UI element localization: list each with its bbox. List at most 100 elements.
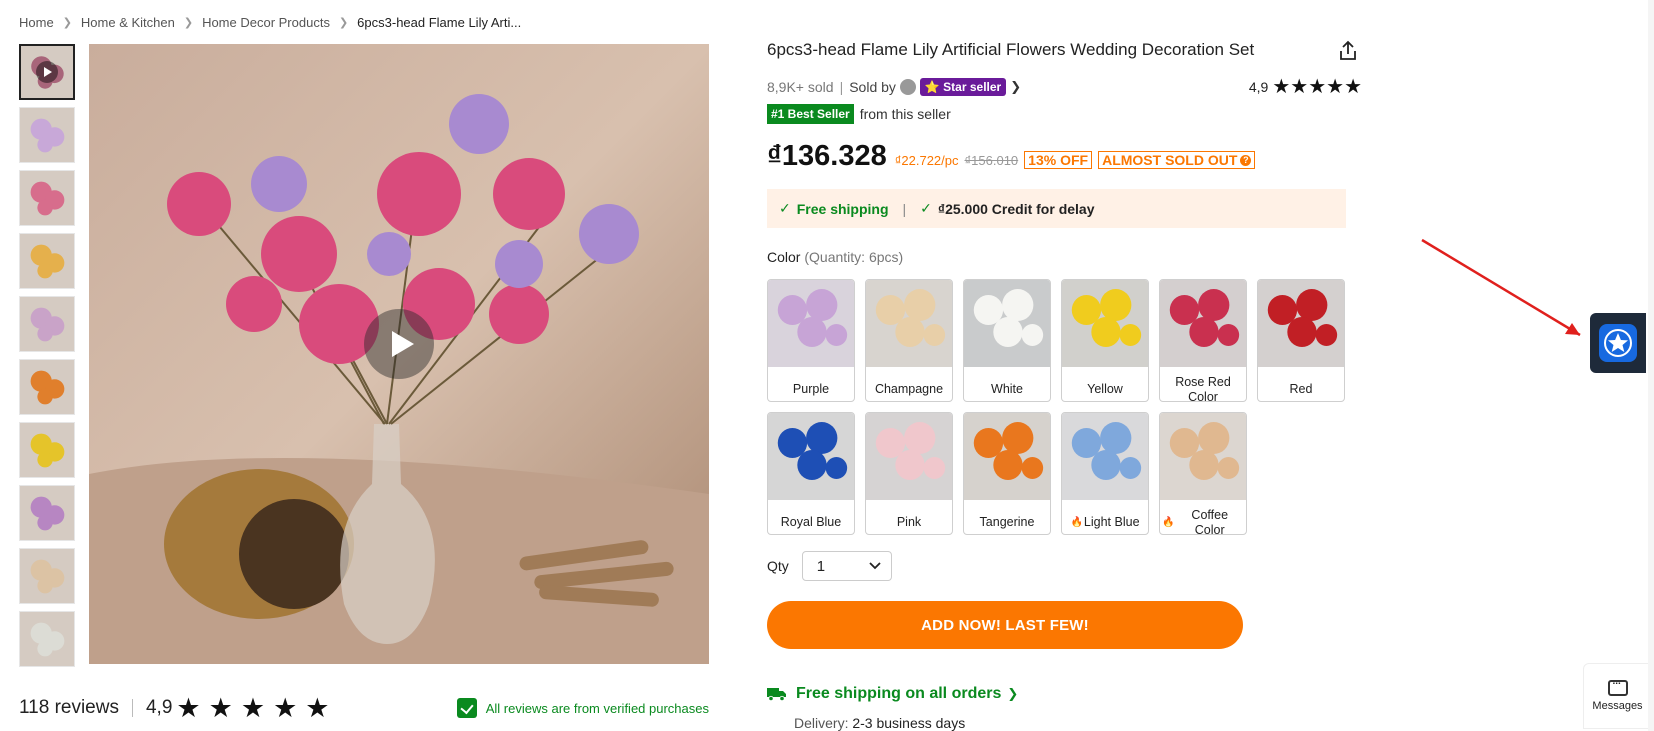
star-logo-icon [1599,324,1637,362]
breadcrumb-home[interactable]: Home [19,15,54,30]
almost-sold-out-text: ALMOST SOLD OUT [1102,152,1238,168]
star-icon: ★ [305,692,330,723]
chevron-right-icon[interactable]: ❯ [1010,79,1021,95]
color-option-label: Red [1258,372,1344,401]
color-option-image [1062,413,1148,500]
thumbnail-lavender[interactable] [19,296,75,352]
color-option-light-blue[interactable]: 🔥 Light Blue [1061,412,1149,535]
color-option-coffee-color[interactable]: 🔥 Coffee Color [1159,412,1247,535]
color-option-label: Yellow [1062,372,1148,401]
thumbnail-purple[interactable] [19,107,75,163]
thumbnail-orange[interactable] [19,359,75,415]
color-option-label: 🔥 Coffee Color [1160,505,1246,535]
color-option-text: Tangerine [979,515,1035,529]
chevron-down-icon [869,562,881,570]
color-option-champagne[interactable]: Champagne [865,279,953,402]
reviews-rating: 4,9 [145,697,173,718]
rating-stars: ★★★★★ [1272,76,1362,98]
quantity-select[interactable]: 1 [801,551,892,581]
current-price: ₫136.328 [767,140,887,172]
color-option-image [964,413,1050,500]
thumbnail-image [20,549,74,603]
sold-by-label: Sold by [849,78,896,95]
delay-credit-text: ₫25.000 Credit for delay [937,200,1095,217]
color-option-label: 🔥 Light Blue [1062,505,1148,534]
chevron-right-icon: ❯ [338,17,349,29]
check-icon: ✓ [920,200,932,216]
add-to-cart-button[interactable]: ADD NOW! LAST FEW! [767,601,1243,649]
thumbnail-purple2[interactable] [19,485,75,541]
color-option-text: Purple [792,382,830,396]
color-option-purple[interactable]: Purple [767,279,855,402]
original-price: ₫156.010 [964,153,1019,168]
color-option-text: White [991,382,1023,396]
thumbnail-rose[interactable] [19,170,75,226]
color-option-image [1258,280,1344,367]
breadcrumb-home-decor[interactable]: Home Decor Products [202,15,330,30]
thumbnail-image [20,171,74,225]
breadcrumb: Home ❯ Home & Kitchen ❯ Home Decor Produ… [19,15,521,30]
breadcrumb-home-kitchen[interactable]: Home & Kitchen [81,15,175,30]
thumbnail-white[interactable] [19,611,75,667]
color-option-text: Coffee Color [1191,507,1229,535]
share-icon[interactable] [1337,40,1359,62]
color-option-royal-blue[interactable]: Royal Blue [767,412,855,535]
color-option-yellow[interactable]: Yellow [1061,279,1149,402]
best-seller-suffix: from this seller [859,106,951,122]
color-option-image [866,413,952,500]
star-icon: ★ [176,692,201,723]
discount-badge: 13% OFF [1024,151,1093,169]
qty-value: 1 [816,557,826,575]
chevron-right-icon: ❯ [1007,686,1019,701]
reviews-count[interactable]: 118 reviews [19,697,119,719]
quantity-row: Qty 1 [767,551,892,581]
verified-text: All reviews are from verified purchases [485,700,709,716]
color-option-red[interactable]: Red [1257,279,1345,402]
free-shipping-orders-text: Free shipping on all orders [796,685,1002,702]
thumbnail-image [20,108,74,162]
verified-purchases-note: All reviews are from verified purchases [456,698,709,718]
thumbnail-image [20,234,74,288]
delivery-info: Delivery: 2-3 business days [794,715,965,731]
messages-button[interactable]: Messages [1583,663,1652,729]
color-option-rose-red-color[interactable]: Rose Red Color [1159,279,1247,402]
qty-label: Qty [767,558,789,574]
extension-widget[interactable] [1590,313,1646,373]
star-seller-badge[interactable]: ⭐ Star seller [919,77,1007,96]
info-icon[interactable]: ? [1240,154,1252,166]
reviews-summary: 118 reviews 4,9 ★ ★ ★ ★ ★ All reviews ar… [19,693,709,723]
thumbnail-champagne[interactable] [19,548,75,604]
product-rating[interactable]: 4,9 ★★★★★ [1249,74,1362,99]
chat-icon [1607,676,1628,696]
color-option-text: Rose Red Color [1175,374,1231,402]
color-option-label: Pink [866,505,952,534]
seller-avatar[interactable] [899,78,916,95]
thumbnail-yellow[interactable] [19,422,75,478]
price-row: ₫136.328 ₫22.722/pc ₫156.010 13% OFF ALM… [767,140,1256,173]
thumbnail-mixed[interactable] [19,233,75,289]
play-video-icon[interactable] [364,309,434,379]
check-icon: ✓ [779,200,791,216]
color-option-pink[interactable]: Pink [865,412,953,535]
color-option-image [768,280,854,367]
rating-stars: ★ ★ ★ ★ ★ [176,692,330,723]
color-option-white[interactable]: White [963,279,1051,402]
scrollbar[interactable] [1648,0,1654,731]
thumbnail-image [20,297,74,351]
almost-sold-out-badge[interactable]: ALMOST SOLD OUT ? [1098,151,1256,169]
main-product-image[interactable] [89,44,709,664]
color-option-text: Light Blue [1083,515,1140,529]
free-shipping-orders-link[interactable]: Free shipping on all orders ❯ [767,685,1018,703]
thumbnail-video[interactable] [19,44,75,100]
color-option-text: Red [1289,382,1313,396]
color-option-label: Purple [768,372,854,401]
star-icon: ★ [273,692,298,723]
color-option-image [866,280,952,367]
color-option-text: Pink [896,515,922,529]
thumbnail-image [20,486,74,540]
thumbnail-image [20,360,74,414]
color-option-label: White [964,372,1050,401]
color-option-tangerine[interactable]: Tangerine [963,412,1051,535]
color-option-text: Champagne [874,382,944,396]
star-icon [1604,329,1632,357]
